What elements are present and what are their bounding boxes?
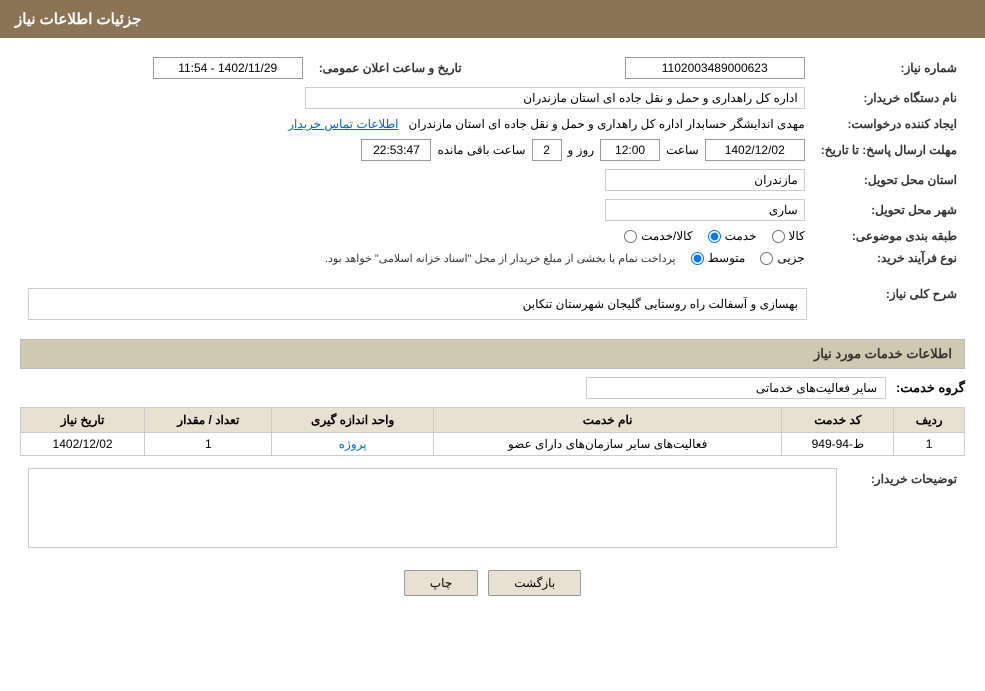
cell-date: 1402/12/02 [21,433,145,456]
contact-link[interactable]: اطلاعات تماس خریدار [288,117,398,131]
category-khedmat-radio[interactable] [708,230,721,243]
row-deadline: مهلت ارسال پاسخ: تا تاریخ: 1402/12/02 سا… [20,135,965,165]
services-table-head: ردیف کد خدمت نام خدمت واحد اندازه گیری ت… [21,408,965,433]
services-section-header: اطلاعات خدمات مورد نیاز [20,339,965,369]
province-value: مازندران [20,165,813,195]
description-table: شرح کلی نیاز: بهسازی و آسفالت راه روستای… [20,279,965,329]
description-value: بهسازی و آسفالت راه روستایی گلیجان شهرست… [20,279,815,329]
deadline-label: مهلت ارسال پاسخ: تا تاریخ: [813,135,965,165]
cell-quantity: 1 [145,433,272,456]
category-khedmat-label: خدمت [725,229,757,243]
row-purchase-type: نوع فرآیند خرید: جزیی متوسط پرداخت تمام … [20,247,965,269]
deadline-remaining-box: 22:53:47 [361,139,431,161]
deadline-days-label: روز و [568,143,595,157]
deadline-date-box: 1402/12/02 [705,139,805,161]
city-label: شهر محل تحویل: [813,195,965,225]
cell-code: ط-94-949 [782,433,894,456]
row-requester: ایجاد کننده درخواست: مهدی اندایشگر حسابد… [20,113,965,135]
requester-value: مهدی اندایشگر حسابدار اداره کل راهداری و… [20,113,813,135]
purchase-jozi-label: جزیی [777,251,804,265]
category-option-khedmat[interactable]: خدمت [708,229,757,243]
category-kala-khedmat-label: کالا/خدمت [641,229,692,243]
notes-table: توضیحات خریدار: [20,464,965,555]
description-box: بهسازی و آسفالت راه روستایی گلیجان شهرست… [28,288,807,320]
purchase-note: پرداخت تمام یا بخشی از مبلغ خریدار از مح… [325,252,676,265]
purchase-jozi-radio[interactable] [760,252,773,265]
col-quantity: تعداد / مقدار [145,408,272,433]
row-need-number: شماره نیاز: 1102003489000623 تاریخ و ساع… [20,53,965,83]
category-option-kala[interactable]: کالا [772,229,805,243]
page-wrapper: جزئیات اطلاعات نیاز شماره نیاز: 11020034… [0,0,985,691]
cell-row: 1 [894,433,965,456]
col-code: کد خدمت [782,408,894,433]
page-header: جزئیات اطلاعات نیاز [0,0,985,38]
notes-label: توضیحات خریدار: [845,464,965,555]
deadline-remaining-label: ساعت باقی مانده [437,143,525,157]
need-number-box: 1102003489000623 [625,57,805,79]
col-row: ردیف [894,408,965,433]
back-button[interactable]: بازگشت [488,570,581,596]
date-box: 1402/11/29 - 11:54 [153,57,303,79]
notes-textarea[interactable] [28,468,837,548]
print-button[interactable]: چاپ [404,570,478,596]
description-text: بهسازی و آسفالت راه روستایی گلیجان شهرست… [523,297,798,311]
col-date: تاریخ نیاز [21,408,145,433]
service-group-row: گروه خدمت: سایر فعالیت‌های خدماتی [20,377,965,399]
requester-label: ایجاد کننده درخواست: [813,113,965,135]
requester-text: مهدی اندایشگر حسابدار اداره کل راهداری و… [409,117,805,131]
deadline-days-box: 2 [532,139,562,161]
category-kala-khedmat-radio[interactable] [624,230,637,243]
purchase-type-label: نوع فرآیند خرید: [813,247,965,269]
col-unit: واحد اندازه گیری [272,408,433,433]
row-category: طبقه بندی موضوعی: کالا خدمت کالا/خدمت [20,225,965,247]
purchase-motavaset[interactable]: متوسط [691,251,746,265]
purchase-motavaset-label: متوسط [708,251,746,265]
category-radios: کالا خدمت کالا/خدمت [20,225,813,247]
city-value: ساری [20,195,813,225]
deadline-time-label: ساعت [666,143,699,157]
services-table-header-row: ردیف کد خدمت نام خدمت واحد اندازه گیری ت… [21,408,965,433]
main-info-table: شماره نیاز: 1102003489000623 تاریخ و ساع… [20,53,965,269]
date-value: 1402/11/29 - 11:54 [20,53,311,83]
org-name-label: نام دستگاه خریدار: [813,83,965,113]
org-name-box: اداره کل راهداری و حمل و نقل جاده ای است… [305,87,805,109]
row-notes: توضیحات خریدار: [20,464,965,555]
content-area: شماره نیاز: 1102003489000623 تاریخ و ساع… [0,38,985,626]
category-kala-radio[interactable] [772,230,785,243]
purchase-type-value: جزیی متوسط پرداخت تمام یا بخشی از مبلغ خ… [20,247,813,269]
services-table-body: 1 ط-94-949 فعالیت‌های سایر سازمان‌های دا… [21,433,965,456]
row-description: شرح کلی نیاز: بهسازی و آسفالت راه روستای… [20,279,965,329]
category-label: طبقه بندی موضوعی: [813,225,965,247]
deadline-value: 1402/12/02 ساعت 12:00 روز و 2 ساعت باقی … [20,135,813,165]
row-city: شهر محل تحویل: ساری [20,195,965,225]
category-kala-label: کالا [789,229,805,243]
category-option-kala-khedmat[interactable]: کالا/خدمت [624,229,692,243]
category-radio-group: کالا خدمت کالا/خدمت [624,229,805,243]
deadline-row: 1402/12/02 ساعت 12:00 روز و 2 ساعت باقی … [28,139,805,161]
deadline-time-box: 12:00 [600,139,660,161]
service-group-box: سایر فعالیت‌های خدماتی [586,377,886,399]
purchase-row: جزیی متوسط پرداخت تمام یا بخشی از مبلغ خ… [28,251,805,265]
notes-value [20,464,845,555]
province-label: استان محل تحویل: [813,165,965,195]
button-row: بازگشت چاپ [20,570,965,596]
need-number-label: شماره نیاز: [813,53,965,83]
purchase-motavaset-radio[interactable] [691,252,704,265]
description-label: شرح کلی نیاز: [815,279,965,329]
cell-unit: پروژه [272,433,433,456]
purchase-jozi[interactable]: جزیی [760,251,804,265]
need-number-value: 1102003489000623 [470,53,813,83]
province-box: مازندران [605,169,805,191]
services-table: ردیف کد خدمت نام خدمت واحد اندازه گیری ت… [20,407,965,456]
page-title: جزئیات اطلاعات نیاز [15,11,142,28]
cell-name: فعالیت‌های سایر سازمان‌های دارای عضو [433,433,781,456]
city-box: ساری [605,199,805,221]
row-org-name: نام دستگاه خریدار: اداره کل راهداری و حم… [20,83,965,113]
service-group-label: گروه خدمت: [896,380,965,396]
row-province: استان محل تحویل: مازندران [20,165,965,195]
table-row: 1 ط-94-949 فعالیت‌های سایر سازمان‌های دا… [21,433,965,456]
org-name-value: اداره کل راهداری و حمل و نقل جاده ای است… [20,83,813,113]
date-label: تاریخ و ساعت اعلان عمومی: [311,53,470,83]
col-name: نام خدمت [433,408,781,433]
